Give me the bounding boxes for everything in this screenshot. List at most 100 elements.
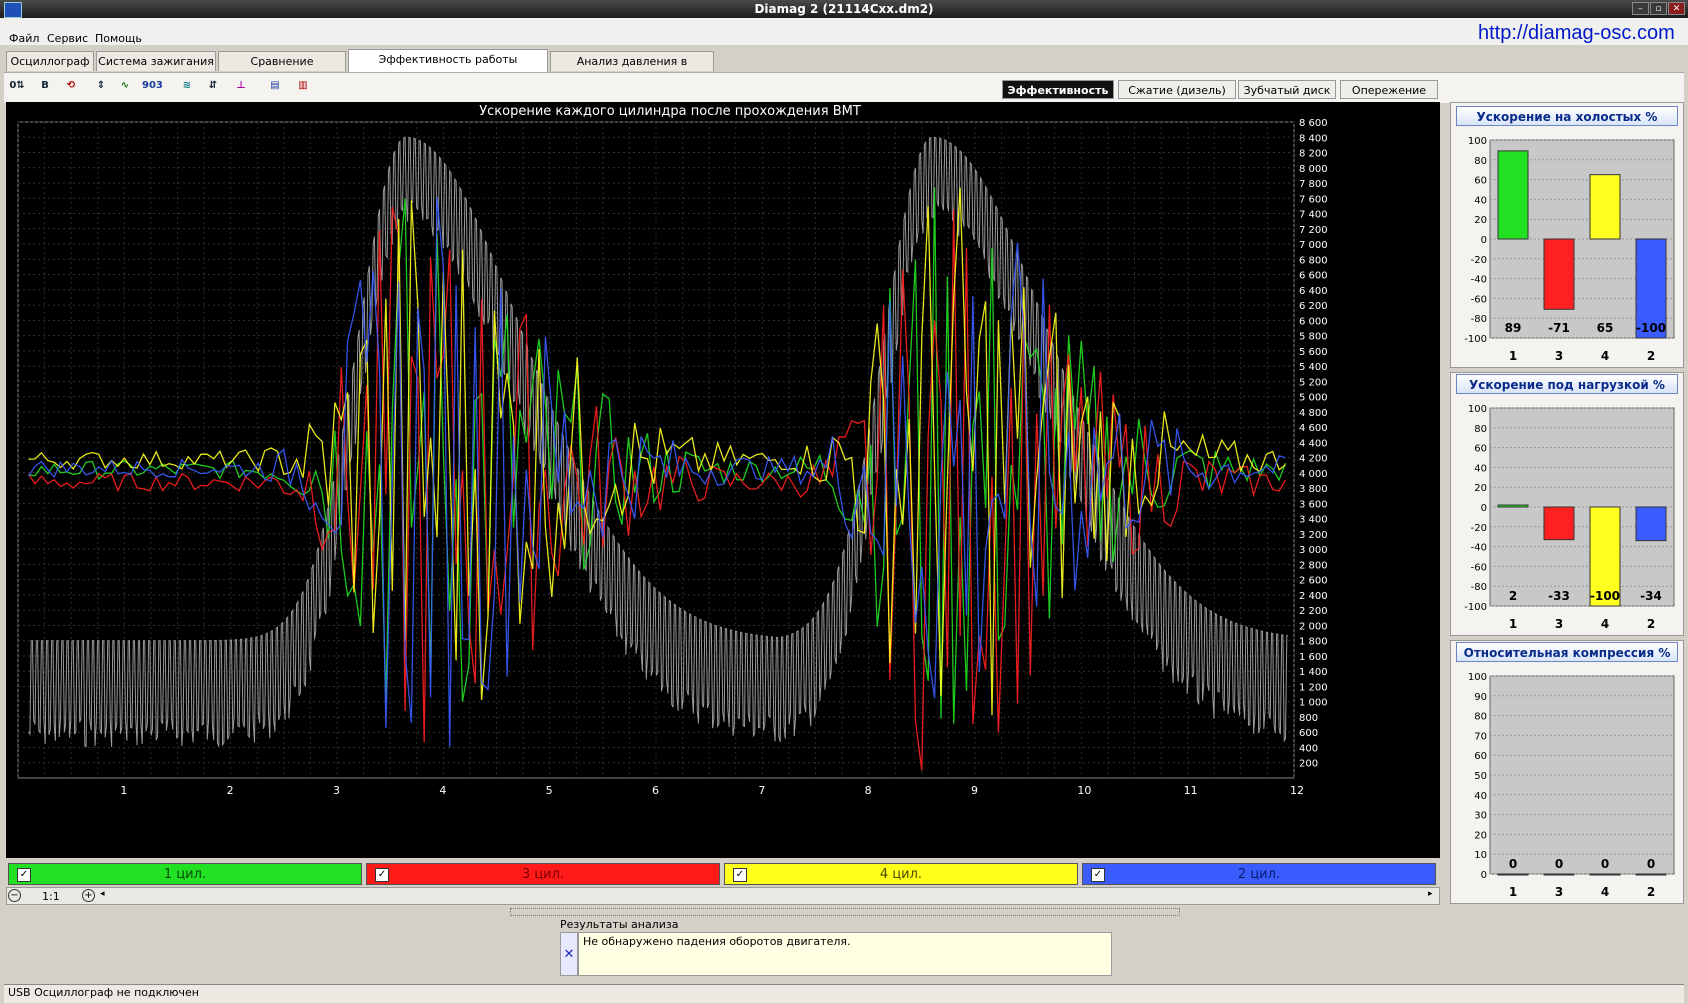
sync-icon[interactable]: ≋ [178, 77, 196, 95]
cylinder-3-toggle[interactable]: ✓ 3 цил. [366, 863, 720, 885]
zoom-out-icon[interactable]: − [8, 889, 21, 902]
acceleration-chart[interactable]: Ускорение каждого цилиндра после прохожд… [6, 102, 1440, 858]
y-tick-label: 4 800 [1299, 408, 1328, 419]
chart-title: Ускорение каждого цилиндра после прохожд… [479, 104, 861, 119]
bar-y-tick-label: 90 [1474, 692, 1487, 703]
cylinder-1-toggle[interactable]: ✓ 1 цил. [8, 863, 362, 885]
splitter-handle[interactable] [510, 908, 1180, 916]
zoom-in-icon[interactable]: + [82, 889, 95, 902]
mode-gear-button[interactable]: Зубчатый диск [1238, 80, 1336, 99]
bar-value-label: 89 [1505, 321, 1522, 335]
menu-help[interactable]: Помощь [95, 32, 142, 45]
bar-y-tick-label: 60 [1474, 444, 1487, 455]
menu-service[interactable]: Сервис [47, 32, 88, 45]
y-tick-label: 6 600 [1299, 271, 1328, 282]
bar-y-tick-label: 100 [1468, 136, 1487, 147]
scroll-left-icon[interactable]: ◂ [100, 889, 105, 899]
cylinder-2-toggle[interactable]: ✓ 2 цил. [1082, 863, 1436, 885]
cylinder-3-label: 3 цил. [521, 867, 565, 882]
y-tick-label: 2 600 [1299, 576, 1328, 587]
y-tick-label: 7 000 [1299, 240, 1328, 251]
bar-value-label: -34 [1640, 589, 1662, 603]
y-tick-label: 8 200 [1299, 149, 1328, 160]
window-title: Diamag 2 (21114Cxx.dm2) [754, 2, 934, 16]
y-tick-label: 400 [1299, 743, 1318, 754]
maximize-button[interactable]: ▫ [1650, 2, 1667, 15]
bar-category-label: 2 [1647, 885, 1655, 899]
bold-icon[interactable]: B [36, 77, 54, 95]
mode-advance-button[interactable]: Опережение [1340, 80, 1438, 99]
bar-y-tick-label: 80 [1474, 156, 1487, 167]
bar-value-label: 65 [1597, 321, 1614, 335]
y-tick-label: 2 200 [1299, 606, 1328, 617]
close-results-icon[interactable]: ✕ [560, 932, 578, 976]
bar-value-label: -100 [1636, 321, 1666, 335]
y-tick-label: 8 400 [1299, 133, 1328, 144]
tab-cylinder-efficiency[interactable]: Эффективность работы цилиндров [348, 49, 548, 86]
bar-y-tick-label: 80 [1474, 712, 1487, 723]
checkbox-icon[interactable]: ✓ [733, 868, 747, 882]
numbering-icon[interactable]: ⇵ [204, 77, 222, 95]
bar-category-label: 4 [1601, 349, 1609, 363]
zoom-level: 1:1 [42, 890, 60, 903]
mode-compression-button[interactable]: Сжатие (дизель) [1118, 80, 1236, 99]
tab-pressure-analysis[interactable]: Анализ давления в цилиндре [550, 51, 714, 88]
wave-icon[interactable]: ∿ [116, 77, 134, 95]
y-tick-label: 7 600 [1299, 194, 1328, 205]
y-tick-label: 4 400 [1299, 438, 1328, 449]
counter-icon[interactable]: 903 [142, 77, 163, 95]
status-text: USB Осциллограф не подключен [8, 986, 199, 999]
bar-category-label: 4 [1601, 617, 1609, 631]
bar-y-tick-label: 60 [1474, 751, 1487, 762]
x-tick-label: 8 [865, 784, 872, 797]
y-tick-label: 200 [1299, 759, 1318, 770]
y-tick-label: 5 800 [1299, 332, 1328, 343]
x-tick-label: 12 [1290, 784, 1304, 797]
bar-value-label: 2 [1509, 589, 1517, 603]
bar-y-tick-label: -20 [1471, 523, 1487, 534]
bar-y-tick-label: 100 [1468, 672, 1487, 683]
checkbox-icon[interactable]: ✓ [1091, 868, 1105, 882]
horizontal-scrollbar[interactable] [6, 887, 1440, 905]
x-tick-label: 4 [439, 784, 446, 797]
scale-icon[interactable]: ⇕ [92, 77, 110, 95]
bar-y-tick-label: 70 [1474, 731, 1487, 742]
tab-ignition[interactable]: Система зажигания [96, 51, 216, 71]
bar-category-label: 1 [1509, 617, 1517, 631]
y-tick-label: 1 000 [1299, 698, 1328, 709]
x-tick-label: 11 [1184, 784, 1198, 797]
bar [1543, 238, 1575, 310]
y-tick-label: 4 600 [1299, 423, 1328, 434]
site-link[interactable]: http://diamag-osc.com [1478, 22, 1675, 45]
y-tick-label: 1 200 [1299, 682, 1328, 693]
report-icon[interactable]: ▥ [294, 77, 312, 95]
mode-efficiency-button[interactable]: Эффективность [1002, 80, 1114, 99]
engine-icon[interactable]: ▤ [266, 77, 284, 95]
y-tick-label: 2 400 [1299, 591, 1328, 602]
rpm-icon[interactable]: ⟲ [62, 77, 80, 95]
menu-file[interactable]: Файл [9, 32, 39, 45]
close-button[interactable]: ✕ [1668, 2, 1685, 15]
x-tick-label: 2 [227, 784, 234, 797]
checkbox-icon[interactable]: ✓ [375, 868, 389, 882]
minimize-button[interactable]: – [1632, 2, 1649, 15]
y-tick-label: 3 000 [1299, 545, 1328, 556]
cylinder-4-toggle[interactable]: ✓ 4 цил. [724, 863, 1078, 885]
sort-icon[interactable]: 0⇅ [8, 77, 26, 95]
y-tick-label: 6 800 [1299, 255, 1328, 266]
marker-icon[interactable]: ⊥ [232, 77, 250, 95]
tab-cylinder-compare[interactable]: Сравнение цилиндров [218, 51, 346, 88]
y-tick-label: 3 600 [1299, 499, 1328, 510]
x-tick-label: 7 [758, 784, 765, 797]
x-tick-label: 1 [120, 784, 127, 797]
bar-category-label: 1 [1509, 885, 1517, 899]
y-tick-label: 2 000 [1299, 621, 1328, 632]
bar [1497, 504, 1529, 508]
scroll-right-icon[interactable]: ▸ [1428, 889, 1433, 899]
load-accel-chart: 100 80 60 40 20 0 -20 -40 -60 -80 -100 2 1 -33 3 -100 4 -… [1464, 404, 1675, 631]
tab-oscilloscope[interactable]: Осциллограф [6, 51, 94, 71]
bar-value-label: -71 [1548, 321, 1570, 335]
y-tick-label: 8 000 [1299, 164, 1328, 175]
checkbox-icon[interactable]: ✓ [17, 868, 31, 882]
bar-y-tick-label: -100 [1464, 334, 1487, 345]
